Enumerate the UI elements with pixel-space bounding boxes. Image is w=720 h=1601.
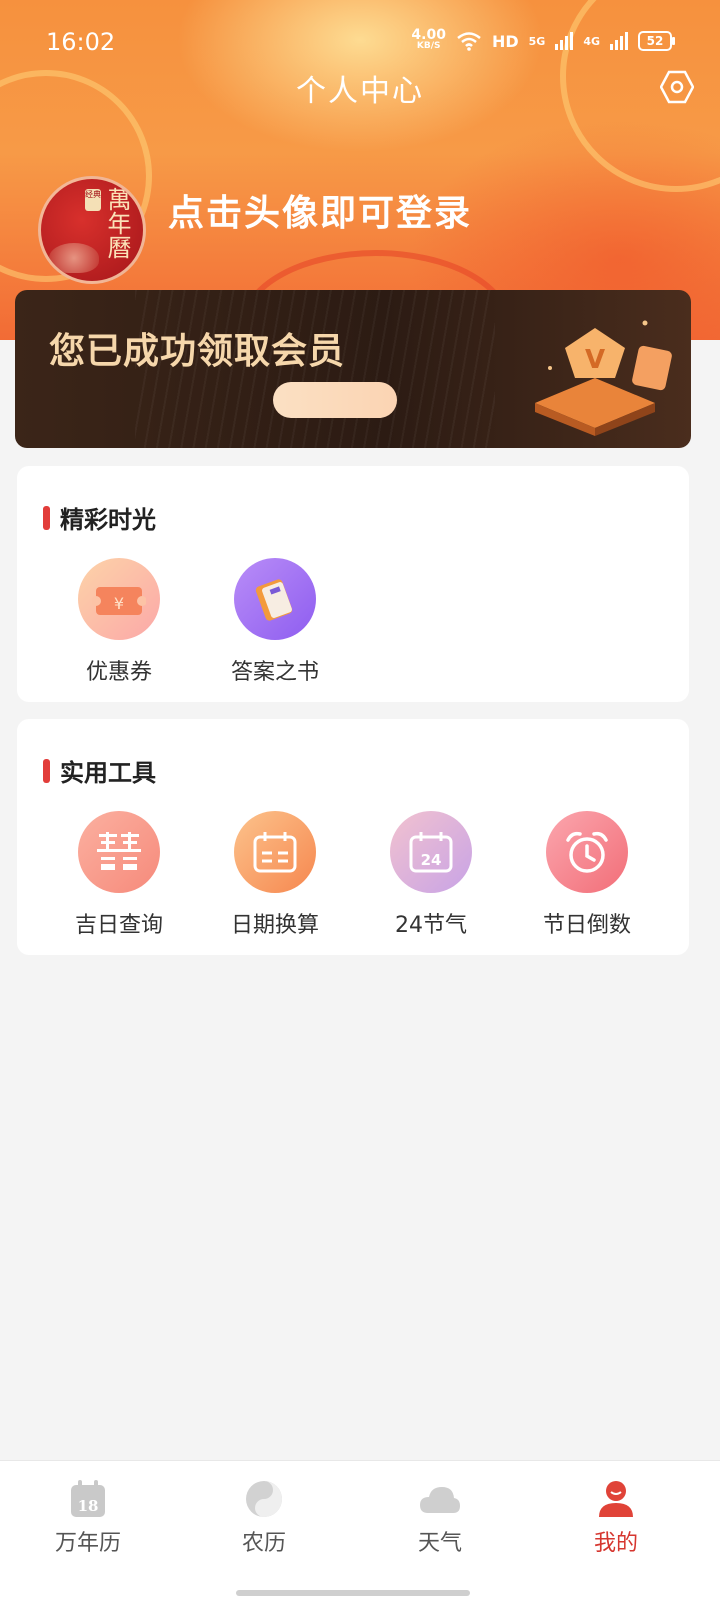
cloud-icon <box>420 1487 460 1513</box>
avatar[interactable]: 经典 萬年曆 <box>38 176 146 284</box>
lucky-day-entry[interactable]: 吉日查询 <box>41 811 197 939</box>
date-convert-label: 日期换算 <box>230 913 319 938</box>
tab-lunar[interactable]: 农历 <box>176 1479 352 1557</box>
section-title-text: 精彩时光 <box>60 506 156 534</box>
vip-banner[interactable]: 您已成功领取会员 V <box>15 290 691 448</box>
yin-yang-icon <box>246 1481 282 1517</box>
section-title: 实用工具 <box>43 753 156 788</box>
solar-terms-entry[interactable]: 24 24节气 <box>353 811 509 939</box>
svg-text:¥: ¥ <box>114 594 124 613</box>
avatar-flower-decoration <box>49 243 99 273</box>
solar-terms-label: 24节气 <box>395 913 467 938</box>
tab-calendar[interactable]: 18 万年历 <box>0 1479 176 1557</box>
tab-weather[interactable]: 天气 <box>352 1479 528 1557</box>
highlights-section: 精彩时光 ¥ 优惠券 答案之书 <box>17 466 689 702</box>
holiday-countdown-entry[interactable]: 节日倒数 <box>509 811 665 939</box>
svg-text:24: 24 <box>421 851 442 869</box>
vip-action-button[interactable] <box>273 382 397 418</box>
status-time: 16:02 <box>46 28 116 56</box>
section-title-text: 实用工具 <box>60 759 156 787</box>
alarm-clock-icon <box>546 811 628 893</box>
svg-text:V: V <box>585 345 605 375</box>
signal-strength-2 <box>610 32 628 50</box>
holiday-countdown-label: 节日倒数 <box>542 913 631 938</box>
section-title-bar <box>43 758 50 783</box>
network-speed-value: 4.00 <box>411 27 446 43</box>
double-happiness-icon <box>78 811 160 893</box>
calendar-24-icon: 24 <box>390 811 472 893</box>
section-title-bar <box>43 505 50 530</box>
answer-book-label: 答案之书 <box>230 660 319 685</box>
avatar-seal: 经典 <box>85 189 101 211</box>
page-title: 个人中心 <box>296 74 424 109</box>
profile-header: 16:02 4.00 KB/S HD 5G 4G 52 个人中心 经典 萬年曆 … <box>0 0 720 340</box>
user-icon <box>599 1481 633 1517</box>
coupon-label: 优惠券 <box>85 660 152 685</box>
calendar-icon: 18 <box>71 1480 105 1517</box>
bottom-tab-bar: 18 万年历 农历 天气 我的 <box>0 1460 720 1601</box>
network-type-1: 5G <box>528 34 546 48</box>
vip-gift-box-icon: V <box>535 320 672 436</box>
calendar-convert-icon <box>234 811 316 893</box>
tab-label: 我的 <box>593 1531 638 1556</box>
status-icons: 4.00 KB/S HD 5G 4G 52 <box>411 27 675 52</box>
tab-label: 农历 <box>241 1531 286 1556</box>
answer-book-entry[interactable]: 答案之书 <box>197 558 353 686</box>
lucky-day-label: 吉日查询 <box>74 913 163 938</box>
tools-section: 实用工具 吉日查询 日期换算 24 24节气 节日倒数 <box>17 719 689 955</box>
tab-mine[interactable]: 我的 <box>528 1479 704 1557</box>
settings-gear-icon[interactable] <box>660 70 694 104</box>
date-convert-entry[interactable]: 日期换算 <box>197 811 353 939</box>
battery-indicator: 52 <box>638 31 675 51</box>
tab-label: 天气 <box>417 1531 462 1556</box>
network-type-2: 4G <box>583 34 600 48</box>
answer-book-icon <box>234 558 316 640</box>
coupon-icon: ¥ <box>78 558 160 640</box>
tab-label: 万年历 <box>54 1531 121 1556</box>
network-speed: 4.00 KB/S <box>411 27 446 52</box>
network-speed-unit: KB/S <box>416 41 441 51</box>
hd-indicator: HD <box>491 31 519 51</box>
wifi-icon <box>457 32 481 51</box>
home-indicator[interactable] <box>236 1590 470 1596</box>
calendar-icon-badge: 18 <box>78 1497 99 1515</box>
section-title: 精彩时光 <box>43 500 156 535</box>
signal-strength-1 <box>555 32 574 50</box>
coupon-entry[interactable]: ¥ 优惠券 <box>41 558 197 686</box>
vip-banner-text: 您已成功领取会员 <box>49 331 346 372</box>
status-bar: 16:02 4.00 KB/S HD 5G 4G 52 <box>0 24 720 64</box>
login-prompt[interactable]: 点击头像即可登录 <box>168 184 472 236</box>
avatar-logo-text: 萬年曆 <box>103 187 131 259</box>
